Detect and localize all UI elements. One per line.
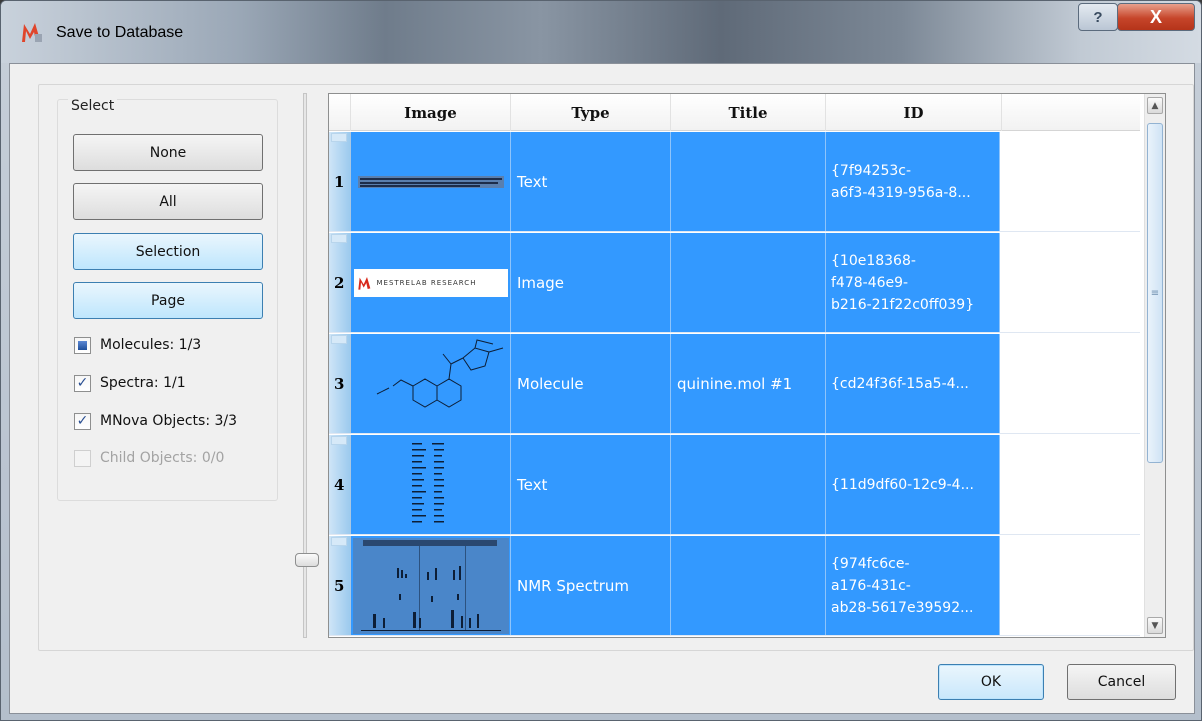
cell-title xyxy=(671,233,826,332)
table-header: Image Type Title ID xyxy=(329,94,1140,131)
table-row[interactable]: 4 Text {11d9df60-12c9-4... xyxy=(329,435,1140,535)
scroll-down-arrow-icon[interactable]: ▼ xyxy=(1147,617,1163,634)
column-header-id[interactable]: ID xyxy=(826,94,1002,131)
cell-title xyxy=(671,435,826,534)
cancel-button[interactable]: Cancel xyxy=(1067,664,1176,700)
logo-text: MESTRELAB RESEARCH xyxy=(376,278,477,287)
cell-title xyxy=(671,536,826,635)
row-number: 1 xyxy=(334,173,345,191)
select-none-button[interactable]: None xyxy=(73,134,263,171)
select-group: Select None All Selection Page Molecules… xyxy=(57,98,278,501)
select-page-button[interactable]: Page xyxy=(73,282,263,319)
select-selection-button[interactable]: Selection xyxy=(73,233,263,270)
cell-type: Text xyxy=(511,435,671,534)
row-number: 5 xyxy=(334,577,345,595)
check-icon[interactable]: ✓ xyxy=(74,412,91,430)
scroll-up-arrow-icon[interactable]: ▲ xyxy=(1147,97,1163,114)
molecules-checkbox[interactable]: Molecules: 1/3 xyxy=(74,335,201,355)
main-panel: Select None All Selection Page Molecules… xyxy=(38,84,1194,651)
column-header-title[interactable]: Title xyxy=(671,94,826,131)
thumbnail-text-column xyxy=(351,435,511,534)
cell-type: Text xyxy=(511,132,671,231)
help-button[interactable]: ? xyxy=(1078,3,1118,31)
id-line: {10e18368- xyxy=(831,252,916,269)
mestrelab-logo-icon xyxy=(357,276,370,290)
window-title: Save to Database xyxy=(56,24,184,41)
row-header[interactable]: 1 xyxy=(329,132,351,231)
table-row[interactable]: 2 MESTRELAB RESEARCH Image {10e18368- f47… xyxy=(329,233,1140,333)
row-number: 4 xyxy=(334,476,345,494)
id-line: f478-46e9- xyxy=(831,274,909,291)
check-icon[interactable]: ✓ xyxy=(74,374,91,392)
table-row[interactable]: 1 Text {7f94253c-a6f3-4319-956a-8... xyxy=(329,132,1140,232)
table-row[interactable]: 5 NMR Spectrum {974fc6ce- a176-431c- ab2… xyxy=(329,536,1140,636)
table-row[interactable]: 3 Molecule quinine.mol #1 {cd24f36f-15a5… xyxy=(329,334,1140,434)
thumbnail-molecule xyxy=(351,334,511,433)
title-bar[interactable]: Save to Database ? X xyxy=(1,1,1201,63)
column-header-type[interactable]: Type xyxy=(511,94,671,131)
corner-header xyxy=(329,94,351,131)
id-line: {cd24f36f-15a5-4... xyxy=(831,375,969,392)
row-header[interactable]: 5 xyxy=(329,536,351,635)
spectra-checkbox[interactable]: ✓ Spectra: 1/1 xyxy=(74,373,186,393)
id-line: a6f3-4319-956a-8... xyxy=(831,184,971,201)
id-line: {974fc6ce- xyxy=(831,555,910,572)
mnova-objects-checkbox-label: MNova Objects: 3/3 xyxy=(100,413,238,429)
child-objects-checkbox: Child Objects: 0/0 xyxy=(74,448,224,468)
cell-id: {cd24f36f-15a5-4... xyxy=(826,334,1000,433)
text-column-thumbnail-icon xyxy=(411,442,444,522)
thumbnail-spectrum xyxy=(351,536,511,635)
id-line: b216-21f22c0ff039} xyxy=(831,296,975,313)
objects-table[interactable]: Image Type Title ID 1 Text {7f94253c- a6… xyxy=(328,93,1166,638)
nmr-spectrum-thumbnail-icon xyxy=(352,537,509,634)
column-header-image[interactable]: Image xyxy=(351,94,511,131)
molecule-structure-icon xyxy=(376,338,503,408)
cell-type: NMR Spectrum xyxy=(511,536,671,635)
id-line: {7f94253c- xyxy=(831,162,912,179)
mnova-objects-checkbox[interactable]: ✓ MNova Objects: 3/3 xyxy=(74,411,237,431)
row-number: 2 xyxy=(334,274,345,292)
row-header[interactable]: 4 xyxy=(329,435,351,534)
select-all-button[interactable]: All xyxy=(73,183,263,220)
thumbnail-text xyxy=(351,132,511,231)
cell-type: Image xyxy=(511,233,671,332)
cell-id: {974fc6ce-a176-431c-ab28-5617e39592... xyxy=(826,536,1000,635)
close-button[interactable]: X xyxy=(1117,3,1195,31)
select-group-title: Select xyxy=(68,98,118,114)
id-line: a176-431c- xyxy=(831,577,911,594)
cell-type: Molecule xyxy=(511,334,671,433)
id-line: ab28-5617e39592... xyxy=(831,599,974,616)
dialog-client-area: Select None All Selection Page Molecules… xyxy=(9,63,1195,714)
text-thumbnail-icon xyxy=(357,175,504,188)
spectra-checkbox-label: Spectra: 1/1 xyxy=(100,375,186,391)
child-objects-checkbox-label: Child Objects: 0/0 xyxy=(100,450,225,466)
partial-checkbox-icon[interactable] xyxy=(74,336,91,354)
cell-id: {7f94253c-a6f3-4319-956a-8... xyxy=(826,132,1000,231)
save-to-database-window: Save to Database ? X Select None All Sel… xyxy=(0,0,1202,721)
cell-title: quinine.mol #1 xyxy=(671,334,826,433)
ok-button[interactable]: OK xyxy=(938,664,1044,700)
empty-checkbox-icon xyxy=(74,449,91,467)
cell-title xyxy=(671,132,826,231)
slider-handle[interactable] xyxy=(295,553,319,567)
scroll-thumb[interactable]: ≡ xyxy=(1147,123,1163,463)
row-header[interactable]: 3 xyxy=(329,334,351,433)
vertical-scrollbar[interactable]: ▲ ≡ ▼ xyxy=(1144,94,1165,637)
mnova-app-icon xyxy=(22,23,42,42)
cell-id: {11d9df60-12c9-4... xyxy=(826,435,1000,534)
id-line: {11d9df60-12c9-4... xyxy=(831,476,974,493)
thumbnail-image: MESTRELAB RESEARCH xyxy=(351,233,511,332)
molecules-checkbox-label: Molecules: 1/3 xyxy=(100,337,202,353)
row-number: 3 xyxy=(334,375,345,393)
cell-id: {10e18368- f478-46e9- b216-21f22c0ff039} xyxy=(826,233,1000,332)
logo-thumbnail: MESTRELAB RESEARCH xyxy=(353,268,508,297)
row-header[interactable]: 2 xyxy=(329,233,351,332)
